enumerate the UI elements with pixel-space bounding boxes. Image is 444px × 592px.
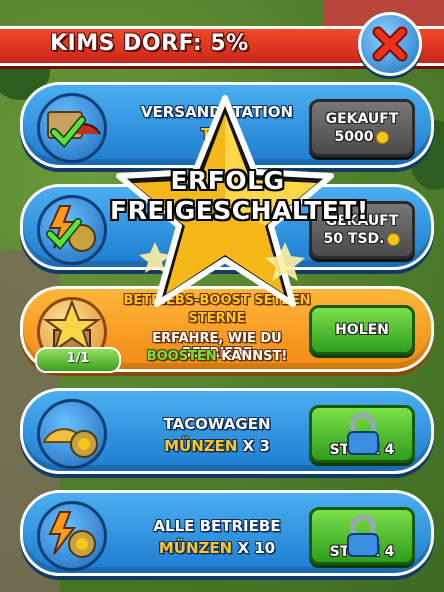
progress-badge: 1/1 [35, 347, 121, 373]
row-title: VERSANDSTATION [140, 103, 294, 121]
row-description-2: BOOSTEN KANNST! [119, 349, 315, 364]
coin-bag-icon-circle [37, 195, 107, 265]
reward-label: MÜNZEN [158, 539, 233, 557]
locked-level-button[interactable]: STUFE 4 [309, 405, 415, 463]
padlock-icon [347, 412, 379, 455]
gauge-check-icon [47, 111, 101, 148]
purchased-label: GEKAUFT [325, 111, 399, 127]
village-progress-title: KIMS DORF: 5% [50, 31, 249, 56]
row-subtitle: TEA [119, 125, 315, 143]
row-subtitle-text: TEA [200, 125, 234, 143]
achievement-row-alle-betriebe: ALLE BETRIEBE MÜNZEN X 10 STUFE 4 [20, 490, 434, 576]
achievement-row-boost: 1/1 BETRIEBS-BOOST SETZEN STERNE ERFAHRE… [20, 286, 434, 373]
row-subtitle-text: STERNE [188, 311, 246, 326]
achievement-row-versandstation: VERSANDSTATION TEA GEKAUFT 5000 [20, 82, 434, 168]
shipping-icon-circle [37, 93, 107, 163]
row-title: TACOWAGEN [163, 415, 271, 433]
achievement-line-2: FREIGESCHALTET! [110, 196, 369, 225]
achievement-line-1: ERFOLG [170, 166, 285, 195]
taco-coin-icon [42, 428, 98, 458]
row-title: ALLE BETRIEBE [153, 517, 281, 535]
reward-multiplier: X 3 [242, 437, 270, 455]
lightning-coin-icon [48, 511, 96, 558]
achievement-unlocked-text: ERFOLG FREIGESCHALTET! [110, 166, 369, 226]
price-label: 50 TSD. [323, 231, 385, 247]
row-title: BETRIEBS-BOOST SETZEN [119, 293, 315, 308]
reward-multiplier: X 10 [237, 539, 276, 557]
row-description-rest: KANNST! [221, 349, 288, 364]
close-icon [372, 26, 408, 62]
row-subtitle: STERNE [119, 311, 315, 326]
reward-label: MÜNZEN [164, 437, 238, 455]
collect-label: HOLEN [335, 322, 389, 338]
coin-bag-icon-circle [37, 501, 107, 571]
purchased-button[interactable]: GEKAUFT 5000 [309, 99, 415, 157]
padlock-icon [347, 514, 379, 557]
boost-highlight: BOOSTEN [146, 349, 217, 364]
coin-icon [387, 232, 401, 246]
row-title-text: BETRIEBS-BOOST SETZEN [123, 293, 311, 308]
close-button[interactable] [358, 12, 422, 76]
price-label: 5000 [334, 129, 374, 145]
lightning-check-icon [46, 205, 96, 252]
achievement-row-tacowagen: TACOWAGEN MÜNZEN X 3 STUFE 4 [20, 388, 434, 474]
row-reward: MÜNZEN X 10 [119, 539, 315, 557]
collect-button[interactable]: HOLEN [309, 305, 415, 355]
locked-level-button[interactable]: STUFE 4 [309, 507, 415, 565]
row-reward: MÜNZEN X 3 [119, 437, 315, 455]
taco-icon-circle [37, 399, 107, 469]
coin-icon [376, 130, 390, 144]
